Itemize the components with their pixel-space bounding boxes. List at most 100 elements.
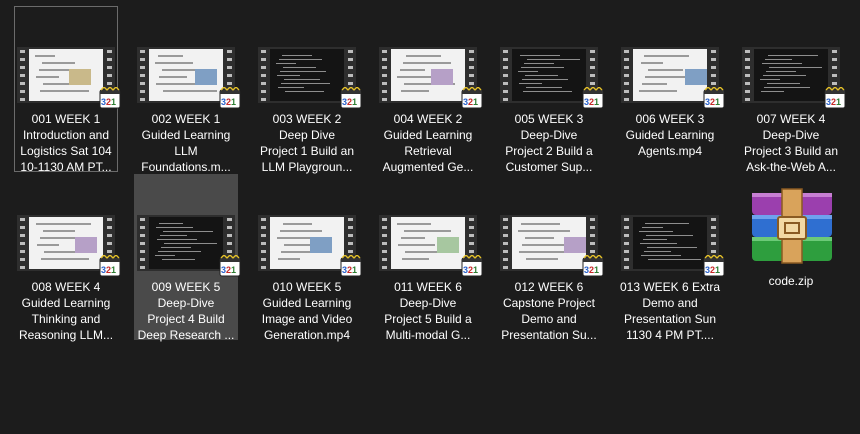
file-item[interactable]: code.zip bbox=[739, 174, 843, 340]
thumbnail-text-line bbox=[526, 87, 562, 88]
file-name-line: Multi-modal G... bbox=[385, 328, 471, 342]
thumbnail-preview bbox=[512, 49, 586, 101]
svg-text:321: 321 bbox=[221, 97, 236, 107]
file-item[interactable]: 321 002 WEEK 1 Guided Learning LLM Foundatio… bbox=[134, 6, 241, 174]
file-item[interactable]: 321 003 WEEK 2 Deep Dive Project 1 Build an… bbox=[255, 6, 362, 174]
thumbnail-text-line bbox=[155, 62, 193, 64]
file-name-line: 011 WEEK 6 bbox=[394, 280, 462, 294]
thumbnail-preview bbox=[149, 217, 223, 269]
file-item[interactable]: 321 008 WEEK 4 Guided Learning Thinking and… bbox=[14, 174, 121, 342]
file-name-line: Project 5 Build a bbox=[384, 312, 472, 326]
thumbnail-text-line bbox=[526, 258, 558, 260]
file-name-line: 003 WEEK 2 bbox=[272, 112, 342, 126]
file-name-line: 1130 4 PM PT.... bbox=[626, 328, 714, 342]
file-name-line: Presentation Sun bbox=[623, 312, 717, 326]
thumbnail-text-line bbox=[402, 258, 429, 260]
file-item[interactable]: 321 001 WEEK 1 Introduction and Logistics S… bbox=[14, 6, 121, 175]
thumbnail-text-line bbox=[518, 230, 570, 232]
thumbnail-text-line bbox=[766, 71, 796, 72]
file-name-line: Project 4 Build bbox=[147, 312, 225, 326]
file-name-line: Guided Learning bbox=[262, 296, 352, 310]
file-name-line: Customer Sup... bbox=[505, 160, 593, 174]
thumbnail-text-line bbox=[644, 251, 671, 252]
video-thumbnail: 321 bbox=[742, 47, 846, 109]
media-player-badge-icon: 321 bbox=[824, 86, 846, 109]
thumbnail-text-line bbox=[278, 258, 300, 260]
file-name-line: 013 WEEK 6 Extra bbox=[619, 280, 721, 294]
media-player-badge-icon: 321 bbox=[703, 86, 725, 109]
file-name-line: Reasoning LLM... bbox=[18, 328, 114, 342]
thumbnail-text-line bbox=[648, 259, 701, 260]
thumbnail-text-line bbox=[283, 223, 312, 225]
thumbnail-text-line bbox=[642, 227, 663, 228]
thumbnail-preview bbox=[391, 49, 465, 101]
thumbnail-text-line bbox=[37, 244, 59, 246]
file-item[interactable]: 321 005 WEEK 3 Deep-Dive Project 2 Build a C… bbox=[497, 6, 604, 175]
film-perforation bbox=[742, 47, 753, 103]
file-name-line: 012 WEEK 6 bbox=[514, 280, 584, 294]
thumbnail-preview bbox=[29, 49, 103, 101]
file-name-line: Logistics Sat 104 bbox=[20, 144, 112, 158]
file-name-line: Introduction and bbox=[22, 128, 110, 142]
thumbnail-text-line bbox=[285, 91, 324, 92]
thumbnail-image-block bbox=[69, 69, 91, 85]
file-name-line: Agents.mp4 bbox=[637, 144, 703, 158]
thumbnail-preview bbox=[633, 49, 707, 101]
file-name-label: 001 WEEK 1 Introduction and Logistics Sat … bbox=[15, 111, 117, 175]
file-name-label: 011 WEEK 6 Deep-Dive Project 5 Build a Mult… bbox=[377, 279, 479, 343]
file-item[interactable]: 321 013 WEEK 6 Extra Demo and Presentation … bbox=[618, 174, 725, 342]
thumbnail-text-line bbox=[161, 247, 191, 248]
thumbnail-text-line bbox=[159, 76, 187, 78]
file-name-line: Capstone Project bbox=[502, 296, 596, 310]
thumbnail-text-line bbox=[643, 239, 667, 240]
thumbnail-text-line bbox=[641, 255, 681, 256]
file-name-line: Deep-Dive bbox=[157, 296, 215, 310]
file-name-label: 006 WEEK 3 Guided Learning Agents.mp4 bbox=[619, 111, 721, 159]
file-item[interactable]: 321 010 WEEK 5 Guided Learning Image and Vi… bbox=[255, 174, 362, 342]
thumbnail-text-line bbox=[527, 59, 580, 60]
thumbnail-preview bbox=[29, 217, 103, 269]
thumbnail-preview bbox=[754, 49, 828, 101]
file-item[interactable]: 321 011 WEEK 6 Deep-Dive Project 5 Build a M… bbox=[376, 174, 483, 343]
thumbnail-text-line bbox=[156, 83, 197, 85]
file-name-line: Project 2 Build a bbox=[505, 144, 593, 158]
file-name-label: 005 WEEK 3 Deep-Dive Project 2 Build a Cust… bbox=[498, 111, 600, 175]
file-name-line: 004 WEEK 2 bbox=[393, 112, 463, 126]
svg-text:321: 321 bbox=[463, 97, 478, 107]
video-thumbnail: 321 bbox=[379, 215, 483, 277]
file-name-line: Deep Research ... bbox=[137, 328, 235, 342]
media-player-badge-icon: 321 bbox=[461, 254, 483, 277]
file-name-line: Demo and bbox=[521, 312, 577, 326]
svg-text:321: 321 bbox=[221, 265, 236, 275]
media-player-badge-icon: 321 bbox=[99, 254, 121, 277]
thumbnail-text-line bbox=[764, 87, 810, 88]
thumbnail-text-line bbox=[646, 235, 693, 236]
thumbnail-text-line bbox=[157, 239, 197, 240]
svg-text:321: 321 bbox=[463, 265, 478, 275]
file-name-line: 009 WEEK 5 bbox=[151, 280, 221, 294]
media-player-badge-icon: 321 bbox=[99, 86, 121, 109]
file-name-label: 007 WEEK 4 Deep-Dive Project 3 Build an Ask… bbox=[740, 111, 842, 175]
file-name-line: Project 3 Build an bbox=[743, 144, 839, 158]
video-thumbnail: 321 bbox=[258, 215, 362, 277]
thumbnail-text-line bbox=[765, 59, 792, 60]
svg-text:321: 321 bbox=[584, 265, 599, 275]
svg-text:321: 321 bbox=[101, 97, 116, 107]
file-name-line: 010 WEEK 5 bbox=[272, 280, 342, 294]
thumbnail-text-line bbox=[42, 62, 75, 64]
thumbnail-text-line bbox=[769, 67, 822, 68]
video-thumbnail: 321 bbox=[137, 47, 241, 109]
file-item[interactable]: 321 007 WEEK 4 Deep-Dive Project 3 Build an… bbox=[739, 6, 846, 175]
file-item[interactable]: 321 006 WEEK 3 Guided Learning Agents.mp4 bbox=[618, 6, 725, 172]
thumbnail-text-line bbox=[44, 251, 79, 253]
film-perforation bbox=[379, 47, 390, 103]
thumbnail-text-line bbox=[639, 231, 673, 232]
thumbnail-text-line bbox=[521, 223, 560, 225]
svg-text:321: 321 bbox=[705, 265, 720, 275]
thumbnail-text-line bbox=[279, 59, 322, 60]
file-name-line: Deep-Dive bbox=[762, 128, 820, 142]
file-name-label: code.zip bbox=[740, 273, 842, 289]
file-item[interactable]: 321 012 WEEK 6 Capstone Project Demo and Pre… bbox=[497, 174, 604, 342]
file-item[interactable]: 321 009 WEEK 5 Deep-Dive Project 4 Build Dee… bbox=[134, 174, 241, 342]
file-item[interactable]: 321 004 WEEK 2 Guided Learning Retrieval Aug… bbox=[376, 6, 483, 174]
